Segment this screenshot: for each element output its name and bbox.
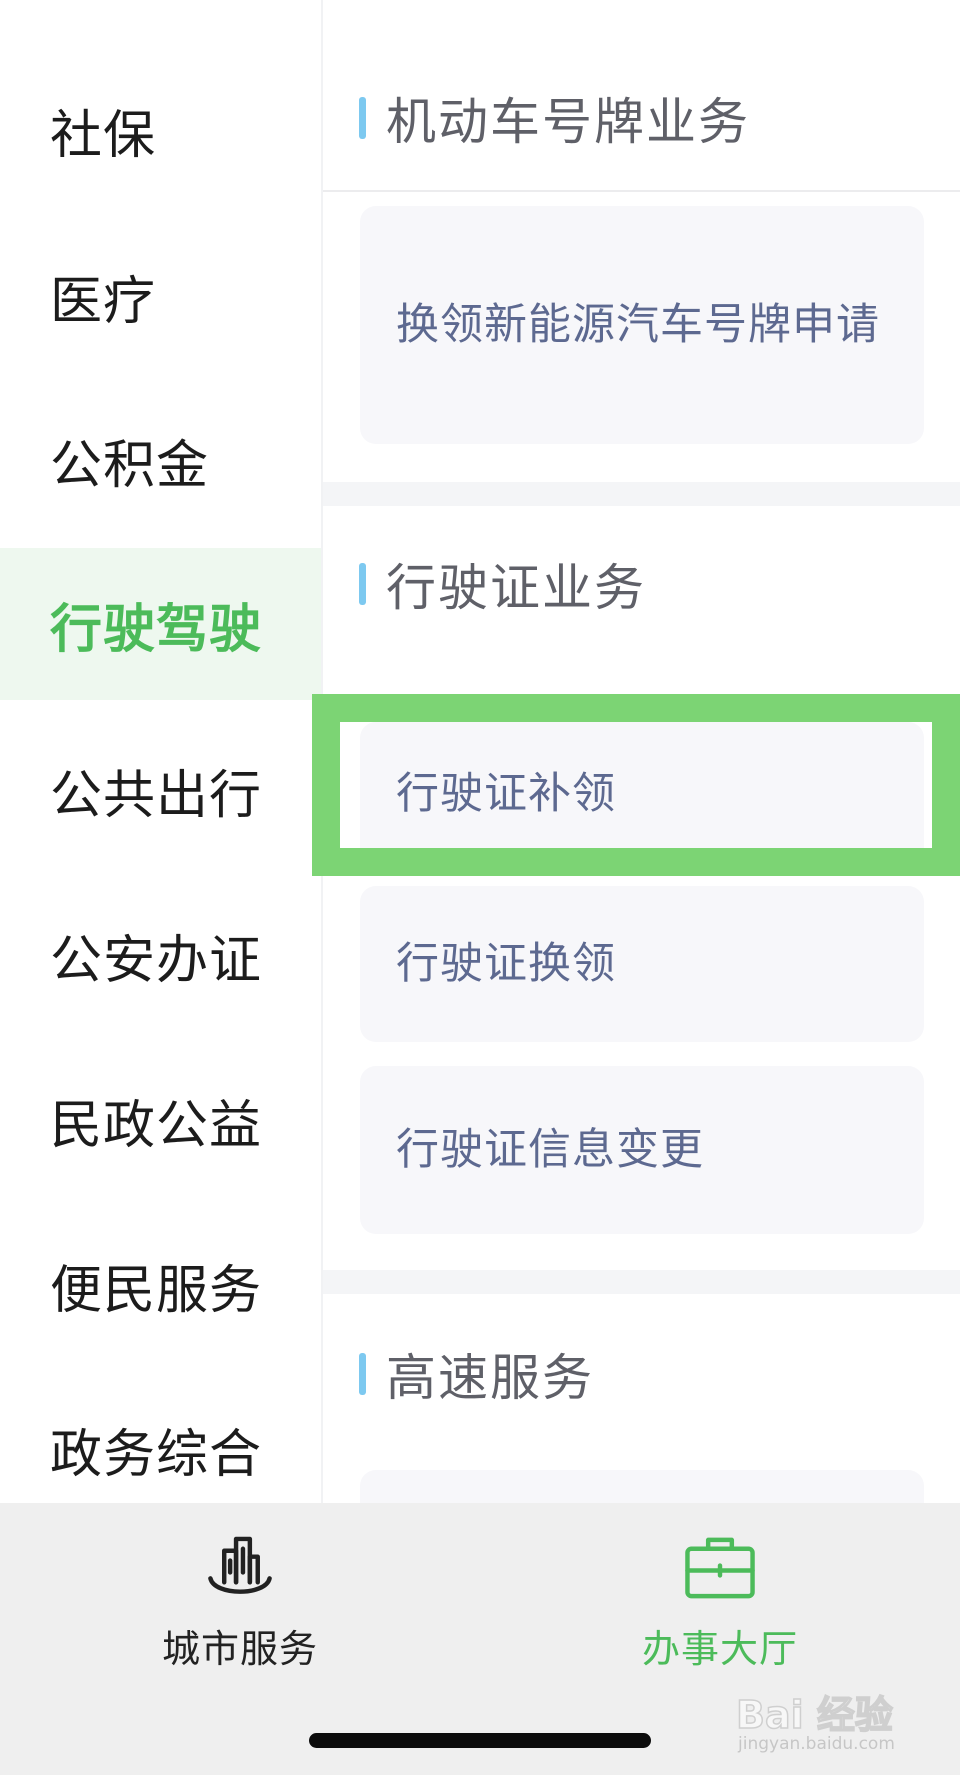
sidebar-item-civil-affairs[interactable]: 民政公益 [0, 1044, 321, 1196]
service-item-label: 行驶证信息变更 [396, 1125, 704, 1175]
service-item-partial[interactable] [360, 1470, 924, 1503]
sidebar-item-police-certificates[interactable]: 公安办证 [0, 879, 321, 1031]
section-title: 高速服务 [359, 1338, 594, 1410]
home-indicator[interactable] [309, 1733, 651, 1748]
section-marker [359, 1353, 366, 1395]
service-item-license-reissue[interactable]: 行驶证补领 [360, 722, 924, 866]
watermark-url: jingyan.baidu.com [738, 1734, 895, 1754]
service-item-label: 行驶证换领 [396, 939, 616, 989]
briefcase-icon [685, 1537, 755, 1599]
section-separator [323, 482, 960, 506]
section-title: 机动车号牌业务 [359, 82, 750, 154]
service-item-label: 换领新能源汽车号牌申请 [396, 300, 880, 350]
sidebar-item-driving[interactable]: 行驶驾驶 [0, 548, 321, 700]
sidebar-item-convenience-services[interactable]: 便民服务 [0, 1209, 321, 1361]
section-title-text: 机动车号牌业务 [386, 93, 750, 151]
category-sidebar: 社保 医疗 公积金 行驶驾驶 公共出行 公安办证 民政公益 便民服务 政务综合 [0, 0, 323, 1503]
tab-service-hall[interactable]: 办事大厅 [590, 1533, 850, 1673]
section-title-text: 行驶证业务 [386, 559, 646, 617]
service-item-new-energy-plate[interactable]: 换领新能源汽车号牌申请 [360, 206, 924, 444]
section-separator [323, 1270, 960, 1294]
city-buildings-icon [208, 1536, 272, 1594]
app-screen: 社保 医疗 公积金 行驶驾驶 公共出行 公安办证 民政公益 便民服务 政务综合 … [0, 0, 960, 1775]
section-divider [323, 190, 960, 192]
tab-city-services[interactable]: 城市服务 [110, 1533, 370, 1673]
sidebar-item-public-transport[interactable]: 公共出行 [0, 714, 321, 866]
sidebar-item-medical[interactable]: 医疗 [0, 220, 321, 372]
section-title-text: 高速服务 [386, 1349, 594, 1407]
tab-label: 城市服务 [161, 1627, 318, 1671]
service-list-panel: 机动车号牌业务 换领新能源汽车号牌申请 行驶证业务 行驶证补领 行驶证换领 行驶… [323, 0, 960, 1503]
watermark-brand: Bai 经验 [735, 1692, 893, 1738]
tab-label: 办事大厅 [641, 1627, 798, 1671]
section-title: 行驶证业务 [359, 548, 646, 620]
section-marker [359, 563, 366, 605]
watermark-logo: Bai 经验 jingyan.baidu.com [732, 1684, 932, 1764]
sidebar-item-housing-fund[interactable]: 公积金 [0, 384, 321, 536]
section-marker [359, 97, 366, 139]
service-item-license-info-change[interactable]: 行驶证信息变更 [360, 1066, 924, 1234]
service-item-license-renewal[interactable]: 行驶证换领 [360, 886, 924, 1042]
sidebar-item-social-security[interactable]: 社保 [0, 54, 321, 206]
service-item-label: 行驶证补领 [396, 769, 616, 819]
